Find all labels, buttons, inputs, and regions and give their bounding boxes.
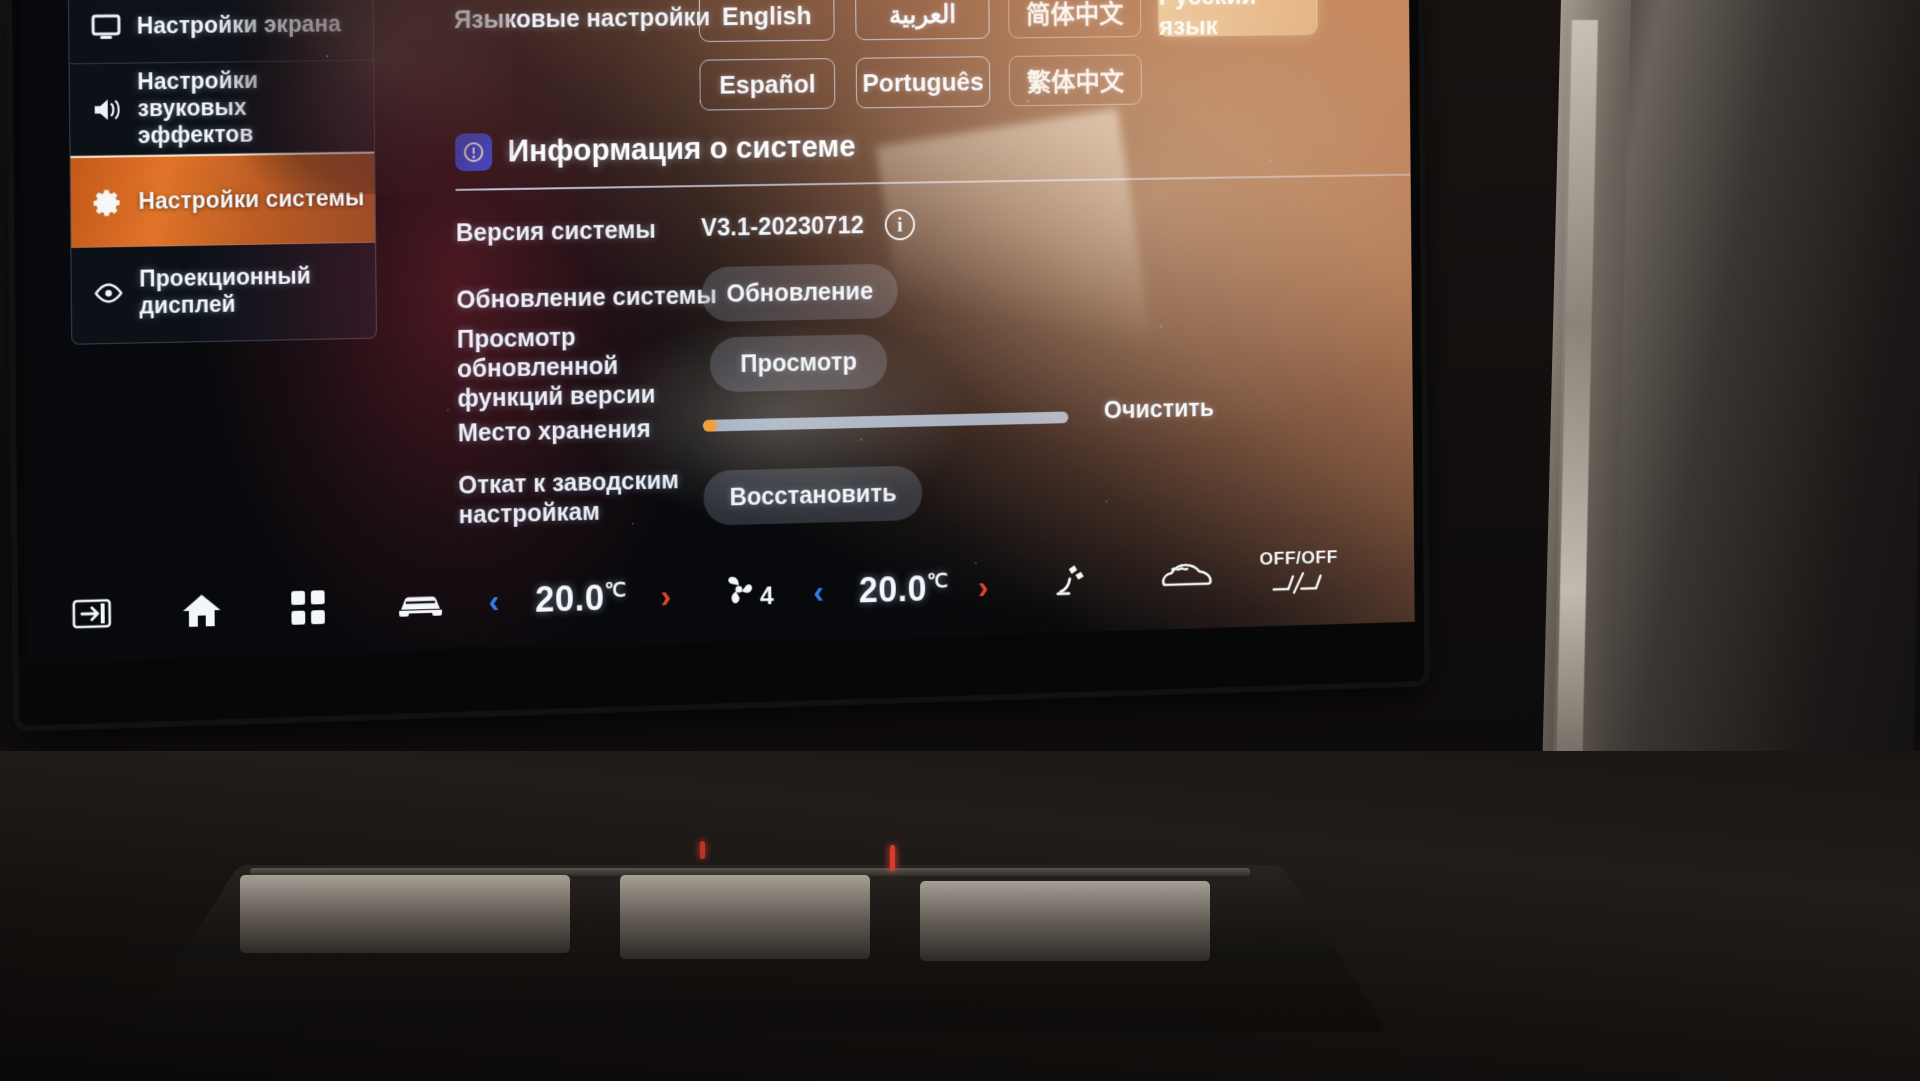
system-info-header: Информация о системе xyxy=(454,128,856,172)
settings-sidebar: Дополнительное оборудование Настройки эк… xyxy=(67,0,377,345)
language-option-arabic[interactable]: العربية xyxy=(855,0,990,41)
ac-off-button[interactable]: OFF/OFF xyxy=(1259,547,1338,600)
language-option-label: Русский язык xyxy=(1158,0,1257,41)
system-version-label: Версия системы xyxy=(455,216,656,248)
section-divider xyxy=(455,173,1415,191)
sidebar-item-head-up-display[interactable]: Проекционный дисплей xyxy=(71,243,376,340)
language-option-label: English xyxy=(721,0,812,31)
infotainment-display: Дополнительное оборудование Настройки эк… xyxy=(12,0,1425,726)
language-option-traditional-chinese[interactable]: 繁体中文 xyxy=(1008,54,1143,107)
screen-bezel: Дополнительное оборудование Настройки эк… xyxy=(12,0,1425,726)
photo-of-car-infotainment-screen: Дополнительное оборудование Настройки эк… xyxy=(0,0,1920,1081)
right-temp-decrease-label: ‹ xyxy=(813,573,825,611)
whatsnew-label: Просмотр обновленной функций версии xyxy=(456,323,656,413)
fan-level-value[interactable]: 4 xyxy=(760,581,774,612)
language-option-label: Español xyxy=(719,68,816,100)
status-led xyxy=(890,845,895,871)
right-temperature-value[interactable]: 20.0℃ xyxy=(859,568,949,611)
right-temp-decrease-button[interactable]: ‹ xyxy=(813,573,824,611)
language-option-russian[interactable]: Русский язык xyxy=(1157,0,1318,41)
dashboard-console xyxy=(0,751,1920,1081)
storage-row: Место хранения xyxy=(458,414,651,448)
factory-reset-button[interactable]: Восстановить xyxy=(703,465,923,526)
left-temp-decrease-button[interactable]: ‹ xyxy=(488,582,499,621)
left-temp-increase-label: › xyxy=(660,577,672,616)
language-row: Языковые настройки xyxy=(454,3,711,35)
language-option-label: 繁体中文 xyxy=(1026,66,1125,97)
gear-icon xyxy=(93,187,123,217)
language-option-label: Português xyxy=(862,66,984,98)
sidebar-item-label: Настройки экрана xyxy=(136,10,341,39)
sidebar-item-display-settings[interactable]: Настройки экрана xyxy=(68,0,374,65)
system-version-row: Версия системы xyxy=(456,215,656,248)
sidebar-item-system-settings[interactable]: Настройки системы xyxy=(70,151,376,248)
exit-icon[interactable] xyxy=(72,597,112,630)
system-version-value-group: V3.1-20230712 i xyxy=(700,208,916,244)
system-update-button[interactable]: Обновление xyxy=(701,263,898,323)
factory-reset-label: Откат к заводским настройкам xyxy=(458,466,680,530)
system-update-row: Обновление системы xyxy=(456,281,717,316)
language-option-portuguese[interactable]: Português xyxy=(855,56,991,109)
monitor-icon xyxy=(91,13,121,39)
apps-grid-icon[interactable] xyxy=(289,588,327,627)
whatsnew-row: Просмотр обновленной функций версии xyxy=(457,320,699,414)
sidebar-item-label: Настройки системы xyxy=(138,184,365,214)
home-icon[interactable] xyxy=(181,591,223,630)
fan-icon[interactable] xyxy=(721,573,756,605)
right-temp-number: 20.0 xyxy=(858,568,928,611)
sidebar-item-label: Настройки звуковых эффектов xyxy=(137,67,259,149)
language-label: Языковые настройки xyxy=(453,3,711,35)
status-led-secondary xyxy=(700,841,705,859)
storage-usage-bar xyxy=(702,411,1069,432)
left-temp-increase-button[interactable]: › xyxy=(660,578,671,617)
airflow-feet-icon[interactable] xyxy=(1053,562,1091,598)
system-update-button-label: Обновление xyxy=(726,277,874,308)
sidebar-item-sound-settings[interactable]: Настройки звуковых эффектов xyxy=(69,60,375,157)
factory-reset-row: Откат к заводским настройкам xyxy=(458,465,700,530)
car-icon[interactable] xyxy=(395,589,446,620)
screen-content: Дополнительное оборудование Настройки эк… xyxy=(19,0,1415,664)
console-button-right xyxy=(920,881,1210,961)
left-temperature-value[interactable]: 20.0℃ xyxy=(535,577,627,621)
whatsnew-button[interactable]: Просмотр xyxy=(709,333,888,393)
right-temp-unit: ℃ xyxy=(926,570,949,593)
whatsnew-button-label: Просмотр xyxy=(740,347,857,378)
storage-usage-fill xyxy=(702,419,718,432)
console-button-left xyxy=(240,875,570,953)
info-badge-icon xyxy=(454,133,493,172)
storage-label: Место хранения xyxy=(457,415,651,448)
left-temp-number: 20.0 xyxy=(534,577,605,620)
storage-clear-label: Очистить xyxy=(1103,394,1215,425)
eye-icon xyxy=(94,282,124,304)
left-temp-unit: ℃ xyxy=(604,579,627,602)
console-button-center xyxy=(620,875,870,959)
system-update-label: Обновление системы xyxy=(456,281,718,315)
ac-off-icon xyxy=(1270,571,1327,601)
system-info-title: Информация о системе xyxy=(507,128,856,169)
language-option-english[interactable]: English xyxy=(698,0,835,43)
fan-level-label: 4 xyxy=(759,580,774,611)
storage-clear-button[interactable]: Очистить xyxy=(1104,395,1215,426)
factory-reset-button-label: Восстановить xyxy=(729,479,897,511)
rear-defrost-icon[interactable] xyxy=(1157,558,1213,592)
sidebar-item-label: Проекционный дисплей xyxy=(139,262,311,319)
info-circle-icon[interactable]: i xyxy=(884,208,916,241)
ac-off-label: OFF/OFF xyxy=(1259,547,1338,570)
language-option-simplified-chinese[interactable]: 简体中文 xyxy=(1008,0,1142,39)
speaker-icon xyxy=(92,95,122,123)
right-temp-increase-label: › xyxy=(977,568,989,606)
left-temp-decrease-label: ‹ xyxy=(488,582,500,621)
language-option-spanish[interactable]: Español xyxy=(699,58,836,111)
bottom-taskbar: ‹ 20.0℃ › 4 ‹ 20.0℃ › OFF/OFF xyxy=(26,530,1415,664)
language-option-label: 简体中文 xyxy=(1025,0,1124,30)
language-option-label: العربية xyxy=(888,0,957,29)
right-temp-increase-button[interactable]: › xyxy=(978,569,989,607)
system-version-value: V3.1-20230712 xyxy=(700,211,865,242)
